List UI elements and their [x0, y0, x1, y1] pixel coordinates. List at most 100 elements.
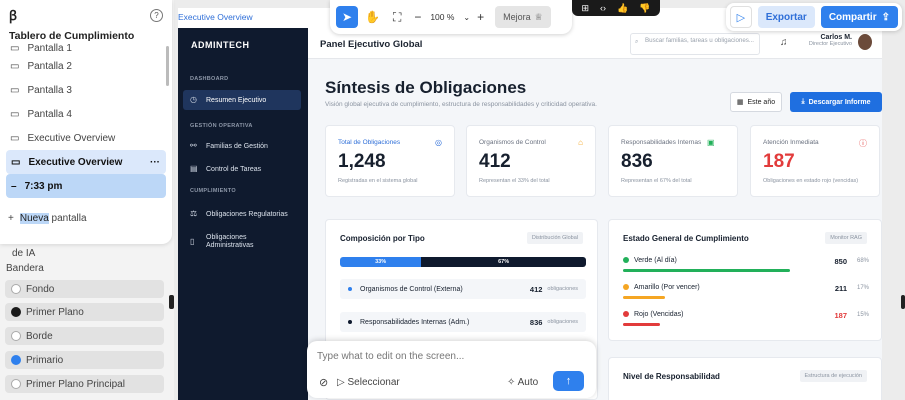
- thumbs-down-icon[interactable]: 👎: [639, 3, 650, 14]
- status-label: Amarillo (Por vencer): [634, 284, 700, 291]
- kpi-card: Responsabilidades Internas ▣ 836 Represe…: [608, 125, 738, 197]
- crown-icon: ♕: [534, 11, 543, 22]
- nav-resumen-ejecutivo[interactable]: ◷ Resumen Ejecutivo: [183, 90, 301, 110]
- grid-icon[interactable]: ⊞: [582, 3, 590, 14]
- new-label-highlight: Nueva: [19, 213, 49, 224]
- download-report-button[interactable]: ⤓ Descargar Informe: [790, 92, 882, 112]
- status-value: 187: [834, 311, 847, 320]
- section-cumplimiento: CUMPLIMIENTO: [190, 188, 236, 194]
- bar-segment-internal: 67%: [421, 257, 586, 267]
- zoom-level[interactable]: 100 %: [428, 12, 456, 22]
- dot-icon: [348, 287, 352, 291]
- status-row: Amarillo (Por vencer) 211 17%: [623, 284, 869, 299]
- chevron-down-icon[interactable]: ⌄: [463, 13, 470, 22]
- nav-familias[interactable]: ⚯ Familias de Gestión: [183, 136, 301, 156]
- alert-icon: ⓘ: [859, 139, 867, 148]
- logo-icon: ꞵ: [9, 8, 18, 23]
- select-element-button[interactable]: ▷ Seleccionar: [337, 377, 400, 388]
- export-button[interactable]: Exportar: [757, 6, 815, 28]
- status-bar: [623, 296, 665, 299]
- kpi-value: 1,248: [338, 151, 386, 172]
- screen-item[interactable]: ▭ Pantalla 2: [0, 54, 172, 78]
- dot-icon: [623, 311, 629, 318]
- kpi-value: 412: [479, 151, 511, 172]
- scrollbar[interactable]: [166, 46, 169, 86]
- app-sidebar: ADMINTECH DASHBOARD ◷ Resumen Ejecutivo G…: [178, 28, 308, 400]
- screen-item[interactable]: ▭ Executive Overview: [0, 126, 172, 150]
- send-button[interactable]: ↑: [553, 371, 584, 391]
- kpi-desc: Representan el 33% del total: [479, 178, 550, 184]
- zoom-out-button[interactable]: −: [414, 10, 421, 24]
- resize-handle[interactable]: [901, 295, 905, 309]
- card-title: Composición por Tipo: [340, 234, 425, 243]
- bar-segment-external: 33%: [340, 257, 422, 267]
- color-option[interactable]: Borde: [5, 327, 164, 345]
- screen-item[interactable]: ▭ Pantalla 3: [0, 78, 172, 102]
- kpi-desc: Registradas en el sistema global: [338, 178, 418, 184]
- help-icon[interactable]: ?: [150, 8, 163, 22]
- auto-mode-button[interactable]: ✧ Auto: [507, 377, 538, 388]
- bell-icon[interactable]: ♫: [780, 37, 788, 48]
- color-option[interactable]: Primario: [5, 351, 164, 369]
- composition-bar: 33% 67%: [340, 257, 586, 267]
- screen-label-wrap: ▭ Executive Overview: [11, 157, 122, 168]
- row-label: Responsabilidades Internas (Adm.): [360, 318, 470, 326]
- color-label: Primer Plano Principal: [26, 378, 125, 390]
- color-option[interactable]: Fondo: [5, 280, 164, 298]
- zoom-in-button[interactable]: +: [477, 10, 484, 24]
- year-filter-button[interactable]: ▦ Este año: [730, 92, 782, 112]
- nav-obligaciones-regulatorias[interactable]: ⚖ Obligaciones Regulatorias: [183, 204, 301, 224]
- improve-button[interactable]: Mejora ♕: [495, 6, 551, 28]
- screen-label: Executive Overview: [28, 156, 123, 168]
- color-option[interactable]: Primer Plano: [5, 303, 164, 321]
- search-input[interactable]: ⌕ Buscar familias, tareas u obligaciones.…: [630, 33, 760, 55]
- hand-tool-icon[interactable]: ✋: [365, 10, 380, 24]
- share-icon: ⇪: [881, 11, 890, 23]
- cursor-icon: ▷: [337, 377, 345, 388]
- kpi-value: 836: [621, 151, 653, 172]
- screen-item[interactable]: ▭ Pantalla 1: [0, 42, 172, 54]
- prompt-input[interactable]: Type what to edit on the screen...: [317, 351, 464, 362]
- user-info[interactable]: Carlos M. Director Ejecutivo: [809, 34, 852, 47]
- row-label: Organismos de Control (Externa): [360, 285, 463, 293]
- dot-icon: [623, 257, 629, 264]
- download-icon: ⤓: [801, 98, 805, 105]
- status-label: Rojo (Vencidas): [634, 311, 684, 318]
- version-item[interactable]: –7:33 pm: [6, 174, 166, 198]
- subheading: Visión global ejecutiva de cumplimiento,…: [325, 101, 597, 108]
- composition-row: Responsabilidades Internas (Adm.) 836 obli…: [340, 312, 586, 332]
- nav-control-tareas[interactable]: ▤ Control de Tareas: [183, 159, 301, 179]
- page-title: Panel Ejecutivo Global: [320, 39, 423, 50]
- target-icon: ◎: [435, 138, 442, 147]
- new-screen-button[interactable]: + Nueva pantalla: [8, 213, 87, 224]
- nav-obligaciones-admin[interactable]: ▯ Obligaciones Administrativas: [183, 229, 301, 255]
- color-option[interactable]: Primer Plano Principal: [5, 375, 164, 393]
- screen-item[interactable]: ▭ Pantalla 4: [0, 102, 172, 126]
- row-value: 836: [529, 317, 543, 327]
- play-icon[interactable]: ▷: [730, 6, 752, 28]
- calendar-icon: ▦: [736, 99, 744, 106]
- screen-item-selected[interactable]: ▭ Executive Overview ···: [6, 150, 166, 174]
- select-tool-icon[interactable]: ➤: [336, 6, 358, 28]
- nav-label: Control de Tareas: [206, 165, 262, 173]
- share-button[interactable]: Compartir ⇪: [820, 6, 898, 28]
- avatar[interactable]: [858, 34, 872, 50]
- ia-label: de IA: [12, 248, 36, 259]
- status-pct: 17%: [856, 285, 869, 291]
- flag-label: Bandera: [6, 263, 44, 274]
- top-right-actions: ▷ Exportar Compartir ⇪: [726, 3, 902, 31]
- attach-icon[interactable]: ⊘: [319, 376, 328, 389]
- more-icon[interactable]: ···: [150, 157, 160, 168]
- code-icon[interactable]: ‹›: [600, 3, 606, 13]
- status-row: Verde (Al día) 850 68%: [623, 257, 869, 272]
- thumbs-up-icon[interactable]: 👍: [617, 3, 628, 14]
- status-bar: [623, 323, 660, 326]
- card-title: Estado General de Cumplimiento: [623, 234, 749, 243]
- nav-label: Obligaciones Regulatorias: [206, 210, 288, 218]
- kpi-label: Organismos de Control: [479, 139, 546, 146]
- nav-label: Resumen Ejecutivo: [206, 96, 267, 104]
- button-label: Compartir: [828, 11, 877, 23]
- fit-screen-icon[interactable]: ⛶: [393, 10, 401, 25]
- resize-handle[interactable]: [169, 295, 174, 309]
- builder-panel: ꞵ ? Tablero de Cumplimiento ▭ Pantalla 1 …: [0, 0, 174, 400]
